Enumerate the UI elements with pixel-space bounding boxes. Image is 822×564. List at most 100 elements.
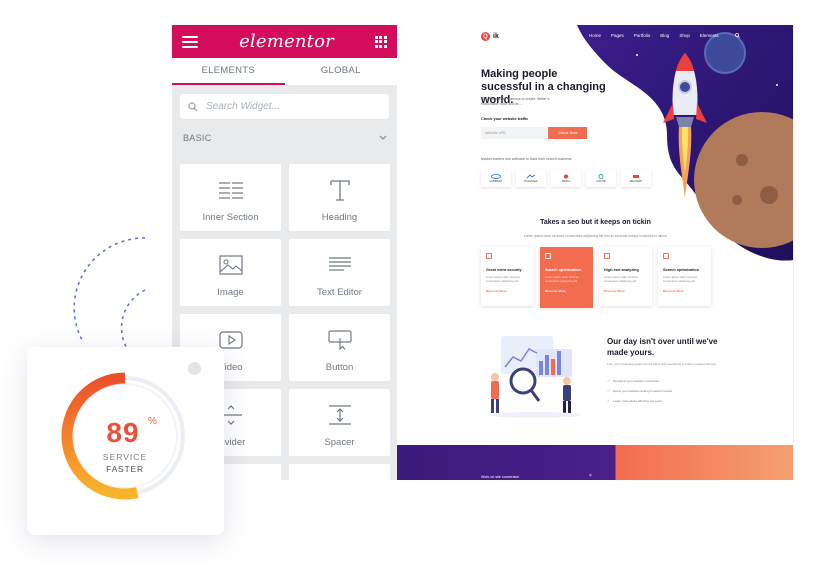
benefit-list: ✓ Benefit of your website conversion ✓ Boo… [607,378,672,408]
brand-logo: PowerStack [516,170,546,187]
brands-caption: Market leaders use software to track the… [481,157,572,161]
widget-inner-section[interactable]: Inner Section [180,164,281,231]
check-icon: ✓ [607,398,611,403]
brand-mark-icon [526,174,536,179]
stat-label: FASTER [106,464,144,474]
brand-logos: COMPANY PowerStack MedCo COLOR DELIVERY [481,170,651,187]
service-stat-card: 89 % SERVICE FASTER [27,347,224,535]
stat-unit: % [148,416,157,427]
widget-label: Text Editor [317,287,362,298]
feature-card[interactable]: Great extra security Lorem ipsum dolor s… [481,247,534,306]
logo-text: ik [493,33,499,40]
widget-label: Heading [321,212,358,223]
site-logo[interactable]: Q ik [481,32,499,41]
inner-section-icon [218,182,243,199]
close-icon[interactable]: × [589,473,592,479]
brand-mark-icon [633,175,639,178]
tab-global[interactable]: GLOBAL [285,58,398,85]
card-title: Search optimization [663,268,700,272]
widget-spacer[interactable]: Spacer [289,389,390,456]
feature-icon [604,253,610,259]
chevron-down-icon[interactable] [379,135,387,141]
brand-logo: DELIVERY [621,170,651,187]
brand-logo: COLOR [586,170,616,187]
menu-item[interactable]: Portfolio [634,33,651,38]
panel-tabs: ELEMENTS GLOBAL [172,58,397,85]
heading-icon [329,180,350,201]
footer-text: Work on site conversion [481,475,520,479]
spacer-icon [328,405,351,425]
widgets-grid-icon[interactable] [374,35,387,48]
widget-heading[interactable]: Heading [289,164,390,231]
card-desc: Lorem ipsum dolor sit amet consectetur a… [604,275,638,283]
section-description: Turn your marketing goals into full effe… [607,362,716,371]
feature-card[interactable]: High-end analyzing Lorem ipsum dolor sit… [599,247,652,306]
check-icon: ✓ [607,378,611,383]
section-title: Takes a seo but it keeps on tickin [540,219,651,226]
list-item: ✓ Learn more about effective seo tools [607,398,662,403]
menu-item[interactable]: Home [589,33,601,38]
section-title: Our day isn't over until we've made your… [607,337,718,357]
discover-more-link[interactable]: Discover More [663,289,706,293]
widget-text-editor[interactable]: Text Editor [289,239,390,306]
card-desc: Lorem ipsum dolor sit amet consectetur a… [663,275,697,283]
dashed-arcs-decoration [73,237,146,351]
menu-item[interactable]: Elements [700,33,719,38]
card-desc: Lorem ipsum dolor sit amet consectetur a… [545,275,579,283]
traffic-check-label: Check your website traffic [481,117,529,121]
elementor-logo: elementor [239,31,334,52]
panel-header: elementor [172,25,397,58]
brand-logo: MedCo [551,170,581,187]
search-icon[interactable] [734,33,740,38]
video-icon [218,331,243,349]
feature-icon [663,253,669,259]
image-icon [218,255,243,275]
card-title: Search optimization [545,268,582,272]
widget-button[interactable]: Button [289,314,390,381]
widget-image[interactable]: Image [180,239,281,306]
widget-label: Inner Section [202,212,259,223]
widget-label: Spacer [324,437,355,448]
logo-mark-icon: Q [481,32,490,41]
card-desc: Lorem ipsum dolor sit amet consectetur a… [486,275,520,283]
feature-card[interactable]: Search optimization Lorem ipsum dolor si… [540,247,593,308]
menu-item[interactable]: Blog [660,33,669,38]
brand-mark-icon [598,174,604,179]
feature-card[interactable]: Search optimization Lorem ipsum dolor si… [658,247,711,306]
site-menu: Home Pages Portfolio Blog Shop Elements [589,33,740,38]
brand-logo: COMPANY [481,170,511,187]
widget-label: Image [217,287,244,298]
list-item: ✓ Boost your website ranking in search re… [607,388,673,393]
section-subtitle: Lorem ipsum dolor sit amet, consectetur … [523,234,668,238]
check-now-button[interactable]: Check Now [548,127,587,139]
brand-mark-icon [564,174,568,179]
discover-more-link[interactable]: Discover More [486,289,529,293]
brand-mark-icon [491,174,501,179]
card-title: High-end analyzing [604,268,639,272]
menu-item[interactable]: Pages [611,33,624,38]
search-input[interactable] [204,100,374,113]
analytics-illustration [491,336,581,418]
feature-icon [486,253,492,259]
category-header[interactable]: BASIC [183,133,387,143]
website-url-input[interactable]: Website URL [481,127,547,139]
feature-cards: Great extra security Lorem ipsum dolor s… [481,247,711,308]
text-editor-icon [328,257,351,271]
check-icon: ✓ [607,388,611,393]
widget-partial[interactable] [289,464,390,480]
discover-more-link[interactable]: Discover More [604,289,647,293]
discover-more-link[interactable]: Discover More [545,289,588,293]
page-preview: Q ik Home Pages Portfolio Blog Shop Elem… [397,25,794,480]
category-label: BASIC [183,133,212,143]
widget-label: Button [325,362,354,373]
hamburger-menu-icon[interactable] [182,35,198,48]
stat-label: SERVICE [102,452,148,462]
list-item: ✓ Benefit of your website conversion [607,378,660,383]
widget-search [180,94,389,119]
tab-elements[interactable]: ELEMENTS [172,58,285,85]
hero-description: SEO Co a small business to create. Bette… [481,97,550,106]
card-title: Great extra security [486,268,522,272]
menu-item[interactable]: Shop [679,33,690,38]
button-icon [327,330,352,350]
feature-icon [545,253,551,259]
